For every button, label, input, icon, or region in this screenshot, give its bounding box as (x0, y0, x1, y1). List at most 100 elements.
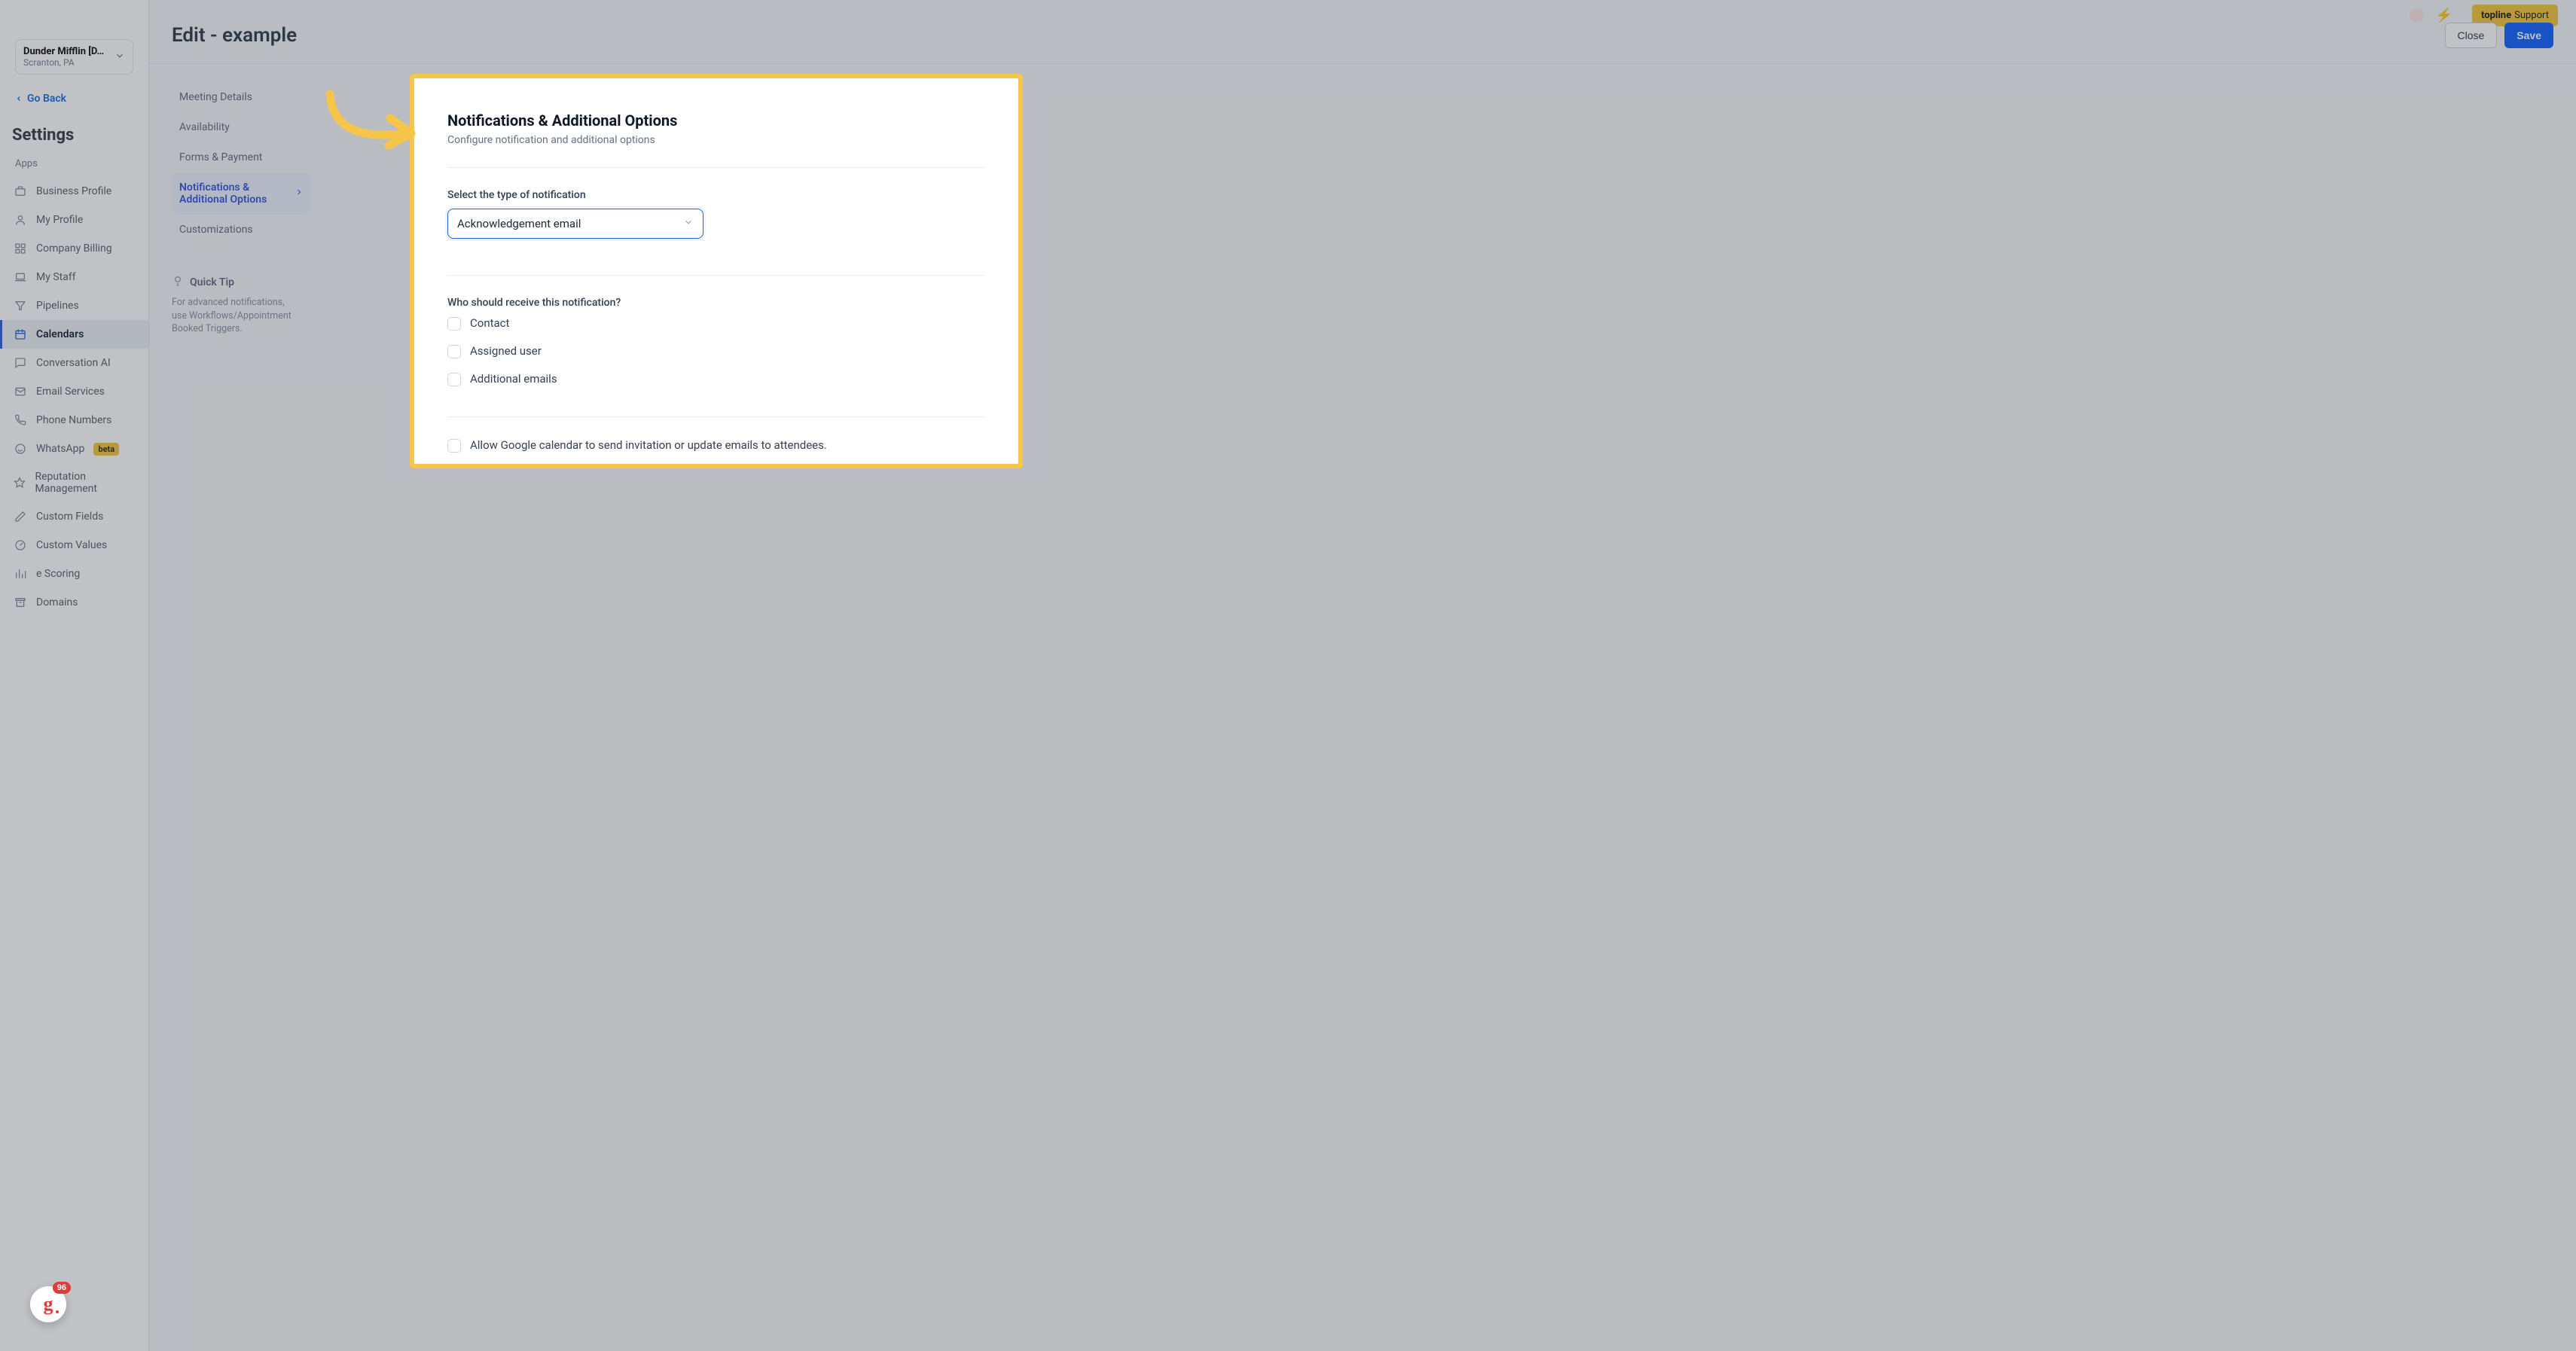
sidebar-item-label: My Profile (36, 214, 83, 226)
sidebar-item-label: Phone Numbers (36, 414, 111, 426)
page-header: Edit - example Close Save (149, 0, 2576, 64)
sidebar-item-conversation-ai[interactable]: Conversation AI (0, 349, 148, 377)
chevron-down-icon (114, 50, 125, 64)
header-actions: Close Save (2445, 23, 2554, 48)
sidebar-nav: Business Profile My Profile Company Billin… (0, 174, 148, 620)
checkbox[interactable] (447, 317, 461, 331)
calendar-icon (14, 328, 27, 341)
lightbulb-icon (172, 275, 184, 290)
subnav-item-notifications-additional-options[interactable]: Notifications & Additional Options (172, 172, 311, 215)
go-back-link[interactable]: Go Back (0, 87, 148, 111)
sidebar-item-label: e Scoring (36, 568, 80, 580)
archive-icon (14, 596, 27, 609)
sidebar-item-custom-fields[interactable]: Custom Fields (0, 502, 148, 531)
chevron-right-icon (295, 188, 304, 200)
notifications-panel: Notifications & Additional Options Confi… (414, 78, 1018, 464)
checkbox[interactable] (447, 345, 461, 358)
gauge-icon (14, 538, 27, 552)
panel-title: Notifications & Additional Options (447, 111, 985, 130)
sidebar-item-whatsapp[interactable]: WhatsApp beta (0, 435, 148, 463)
subnav: Meeting Details Availability Forms & Payme… (172, 82, 311, 336)
extra-options-checklist: Allow Google calendar to send invitation… (447, 438, 985, 464)
sidebar-item-custom-values[interactable]: Custom Values (0, 531, 148, 560)
checkbox-row-assigned-user[interactable]: Assigned user (447, 344, 985, 358)
annotation-arrow-icon (315, 87, 428, 154)
sidebar-item-label: WhatsApp (36, 443, 84, 455)
user-icon (14, 213, 27, 227)
checkbox-row-contact[interactable]: Contact (447, 316, 985, 331)
sidebar-item-label: Custom Fields (36, 511, 103, 523)
close-button[interactable]: Close (2445, 23, 2498, 48)
tip-body: For advanced notifications, use Workflow… (172, 296, 292, 336)
sidebar-item-label: Conversation AI (36, 357, 111, 369)
help-widget-badge: 96 (53, 1282, 71, 1294)
chat-icon (14, 356, 27, 370)
subnav-item-meeting-details[interactable]: Meeting Details (172, 82, 311, 112)
sidebar-item-label: Domains (36, 596, 78, 608)
sidebar-item-label: Email Services (36, 386, 105, 398)
sidebar-item-label: Company Billing (36, 242, 112, 255)
apps-label: Apps (6, 154, 142, 174)
sidebar-item-label: Business Profile (36, 185, 111, 197)
subnav-item-label: Notifications & Additional Options (179, 181, 295, 206)
subnav-item-label: Forms & Payment (179, 151, 262, 163)
laptop-icon (14, 270, 27, 284)
sidebar-item-reputation-management[interactable]: Reputation Management (0, 463, 148, 502)
sidebar-item-my-staff[interactable]: My Staff (0, 263, 148, 291)
sidebar-item-label: Custom Values (36, 539, 107, 551)
subnav-item-label: Availability (179, 121, 230, 133)
sidebar-item-pipelines[interactable]: Pipelines (0, 291, 148, 320)
account-location: Scranton, PA (23, 57, 104, 68)
checkbox-label: Additional emails (470, 372, 557, 386)
wa-icon (14, 442, 27, 456)
checkbox-label: Assigned user (470, 344, 542, 358)
chevron-down-icon (683, 217, 694, 230)
save-button[interactable]: Save (2504, 23, 2553, 48)
sidebar-item-email-services[interactable]: Email Services (0, 377, 148, 406)
notification-type-value: Acknowledgement email (457, 217, 581, 230)
notifications-panel-highlight: Notifications & Additional Options Confi… (410, 74, 1023, 468)
panel-subtitle: Configure notification and additional op… (447, 134, 985, 146)
page-title: Edit - example (172, 24, 297, 47)
subnav-item-availability[interactable]: Availability (172, 112, 311, 142)
checkbox[interactable] (447, 373, 461, 386)
pencil-icon (14, 510, 27, 523)
tip-title: Quick Tip (190, 276, 234, 288)
checkbox[interactable] (447, 439, 461, 453)
star-icon (14, 476, 26, 489)
notification-type-select[interactable]: Acknowledgement email (447, 209, 704, 239)
subnav-item-customizations[interactable]: Customizations (172, 215, 311, 245)
sidebar-item-domains[interactable]: Domains (0, 588, 148, 617)
sidebar-item-e-scoring[interactable]: e Scoring (0, 560, 148, 588)
sidebar-item-business-profile[interactable]: Business Profile (0, 177, 148, 206)
subnav-item-label: Customizations (179, 224, 253, 236)
checkbox-label: Allow Google calendar to send invitation… (470, 438, 827, 452)
checkbox-label: Contact (470, 316, 509, 330)
account-switcher[interactable]: Dunder Mifflin [D… Scranton, PA (15, 39, 133, 75)
sidebar-item-label: Calendars (36, 328, 84, 340)
quick-tip: Quick Tip For advanced notifications, us… (172, 275, 311, 336)
filter-icon (14, 299, 27, 313)
chevron-left-icon (15, 93, 23, 104)
briefcase-icon (14, 185, 27, 198)
who-label: Who should receive this notification? (447, 297, 985, 309)
grid-icon (14, 242, 27, 255)
beta-badge: beta (93, 443, 119, 456)
help-widget-button[interactable]: g 96 (30, 1286, 66, 1322)
sidebar-item-my-profile[interactable]: My Profile (0, 206, 148, 234)
sidebar-item-company-billing[interactable]: Company Billing (0, 234, 148, 263)
sidebar-item-label: Reputation Management (35, 471, 141, 495)
phone-icon (14, 413, 27, 427)
subnav-item-forms-payment[interactable]: Forms & Payment (172, 142, 311, 172)
sidebar-item-calendars[interactable]: Calendars (0, 320, 148, 349)
sidebar-item-label: My Staff (36, 271, 76, 283)
checkbox-row-additional-emails[interactable]: Additional emails (447, 372, 985, 386)
chart-icon (14, 567, 27, 581)
who-checklist: Contact Assigned user Additional emails (447, 316, 985, 386)
settings-heading: Settings (6, 111, 142, 154)
go-back-label: Go Back (27, 93, 66, 105)
subnav-item-label: Meeting Details (179, 91, 252, 103)
checkbox-row[interactable]: Allow Google calendar to send invitation… (447, 438, 985, 453)
sidebar-item-phone-numbers[interactable]: Phone Numbers (0, 406, 148, 435)
sidebar: Dunder Mifflin [D… Scranton, PA Go Back … (0, 0, 149, 1351)
